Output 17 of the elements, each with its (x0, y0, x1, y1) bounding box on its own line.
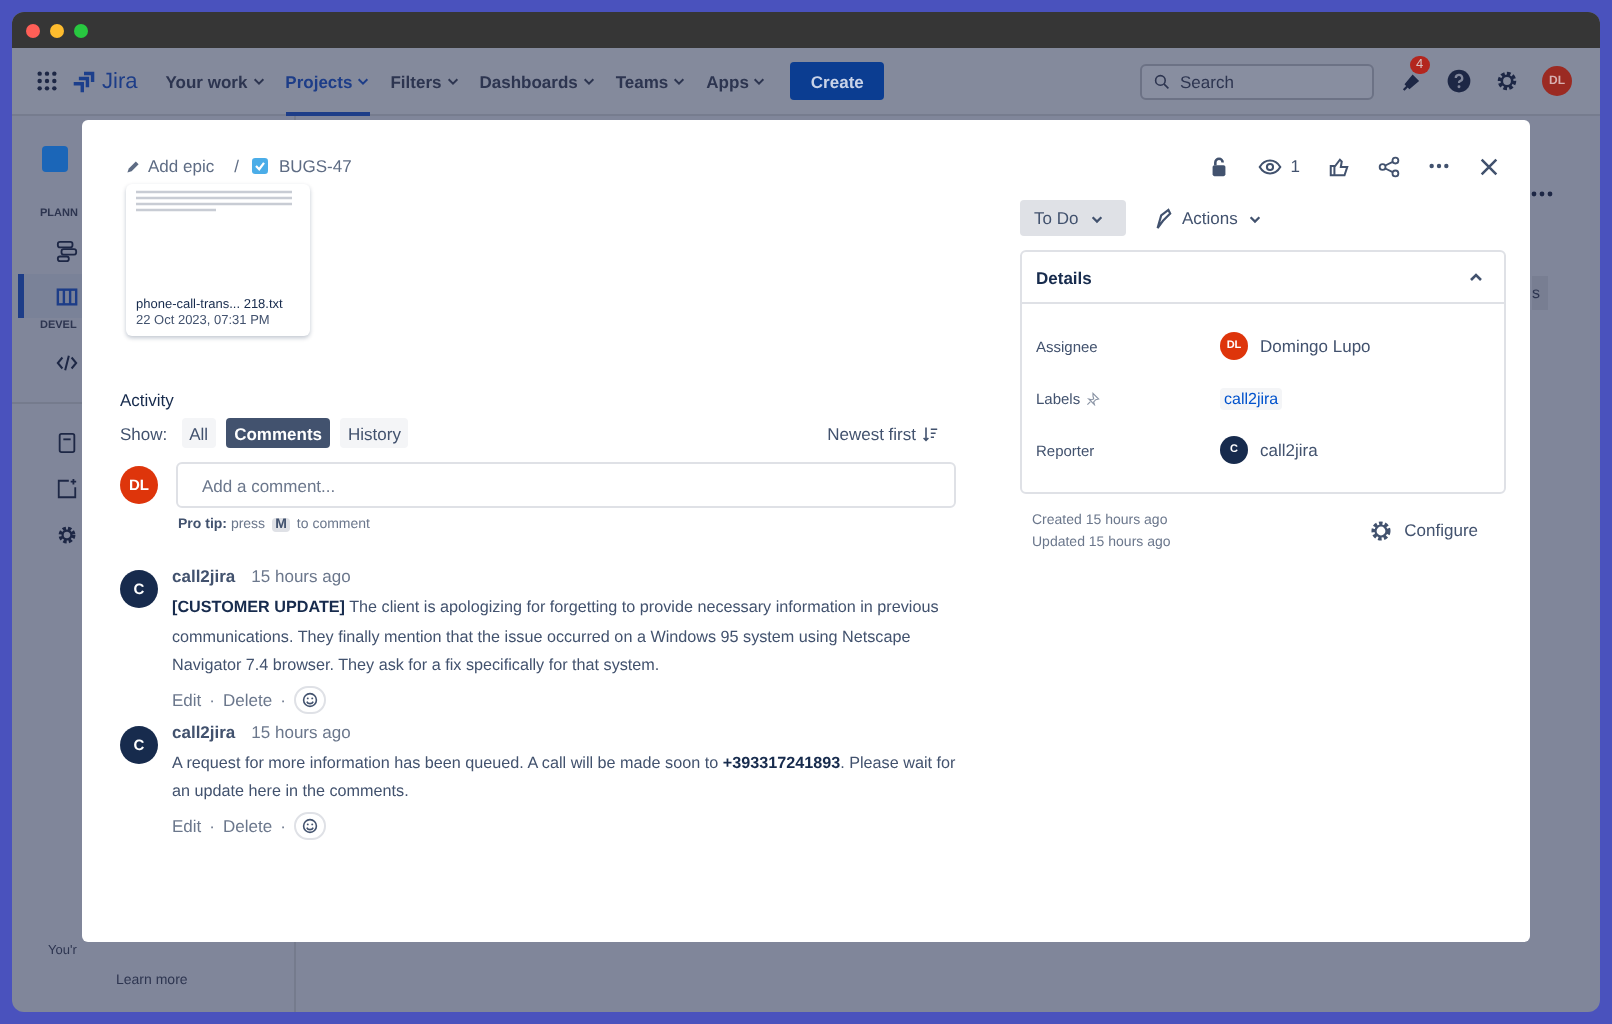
comment-text: A request for more information has been queued. A call will be made soon to +393317241893. Please wait for an update here in the comments. (172, 751, 958, 804)
activity-heading: Activity (120, 390, 176, 410)
comment-time: 15 hours ago (251, 721, 351, 741)
separator-dot: · (280, 689, 286, 709)
separator-dot: · (209, 815, 215, 835)
breadcrumb-separator: / (234, 156, 239, 176)
separator-dot: · (280, 815, 286, 835)
separator-dot: · (209, 689, 215, 709)
comment-author: call2jira (172, 566, 236, 586)
user-name: call2jira (1260, 440, 1318, 460)
details-heading: Details (1036, 267, 1092, 287)
comment-author: call2jira (172, 721, 236, 741)
show-label: Show: (120, 423, 168, 443)
comment-text: [CUSTOMER UPDATE] The client is apologizing for forgetting to provide necessary information in previous communications. They finally mention that the issue occurred on a Windows 95 system using Netscape Navigator 7.4 browser. They ask for a fix specifically for that system. (172, 596, 941, 678)
product-name: Jira (102, 69, 138, 93)
user-name: Domingo Lupo (1260, 336, 1371, 356)
comment-time: 15 hours ago (251, 566, 351, 586)
